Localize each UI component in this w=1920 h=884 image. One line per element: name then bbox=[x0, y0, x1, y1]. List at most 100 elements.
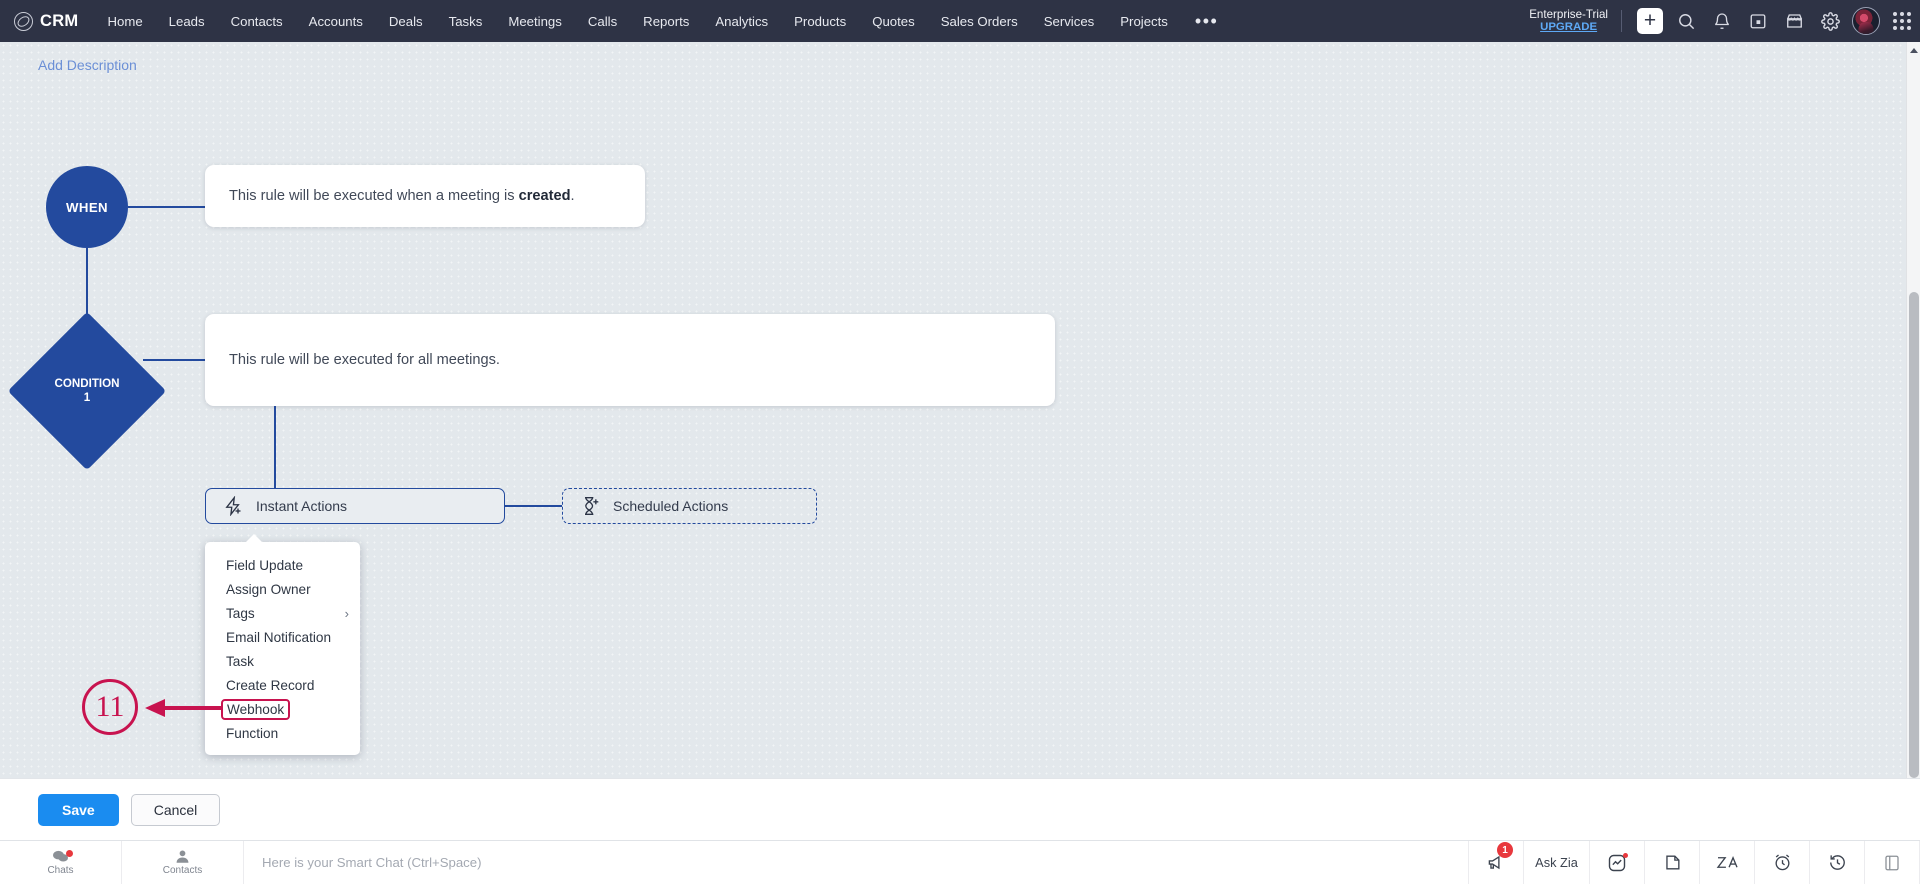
nav-item-projects[interactable]: Projects bbox=[1107, 0, 1181, 42]
menu-item-label: Webhook bbox=[221, 698, 291, 720]
right-panel-button[interactable] bbox=[1865, 841, 1920, 884]
when-rule-bold: created bbox=[518, 188, 571, 204]
cancel-button[interactable]: Cancel bbox=[130, 793, 221, 826]
calendar-icon bbox=[1750, 14, 1766, 29]
menu-item-task[interactable]: Task bbox=[205, 649, 360, 673]
when-rule-text: This rule will be executed when a meetin… bbox=[229, 188, 575, 204]
notifications-button[interactable] bbox=[1704, 0, 1740, 42]
hourglass-plus-icon bbox=[585, 497, 599, 515]
lightning-plus-icon bbox=[225, 496, 241, 516]
nav-item-tasks[interactable]: Tasks bbox=[436, 0, 496, 42]
menu-item-webhook[interactable]: Webhook bbox=[205, 697, 360, 721]
calendar-button[interactable] bbox=[1740, 0, 1776, 42]
nav-more-icon[interactable]: ••• bbox=[1181, 0, 1232, 42]
smart-chat-input[interactable]: Here is your Smart Chat (Ctrl+Space) bbox=[244, 841, 1469, 884]
nav-item-calls[interactable]: Calls bbox=[575, 0, 630, 42]
search-icon bbox=[1678, 13, 1694, 29]
instant-actions-button[interactable]: Instant Actions bbox=[205, 488, 505, 524]
when-node[interactable]: WHEN bbox=[46, 166, 128, 248]
chevron-up-icon bbox=[1910, 47, 1918, 53]
nav-divider bbox=[1621, 10, 1622, 32]
apps-grid-icon bbox=[1893, 12, 1911, 30]
bell-icon bbox=[1714, 12, 1730, 29]
connector-instant-to-scheduled bbox=[505, 505, 562, 507]
menu-item-assign-owner[interactable]: Assign Owner bbox=[205, 577, 360, 601]
bottom-status-bar: Chats Contacts Here is your Smart Chat (… bbox=[0, 840, 1920, 884]
nav-item-contacts[interactable]: Contacts bbox=[218, 0, 296, 42]
recent-activity-button[interactable] bbox=[1810, 841, 1865, 884]
nav-item-reports[interactable]: Reports bbox=[630, 0, 702, 42]
instant-actions-label: Instant Actions bbox=[256, 498, 348, 514]
nav-item-accounts[interactable]: Accounts bbox=[296, 0, 376, 42]
menu-item-tags[interactable]: Tags › bbox=[205, 601, 360, 625]
zia-signature-button[interactable] bbox=[1700, 841, 1755, 884]
top-navigation-bar: CRM Home Leads Contacts Accounts Deals T… bbox=[0, 0, 1920, 42]
user-avatar-button[interactable] bbox=[1848, 0, 1884, 42]
announcements-button[interactable]: 1 bbox=[1469, 841, 1524, 884]
store-icon bbox=[1786, 14, 1802, 28]
marketplace-button[interactable] bbox=[1776, 0, 1812, 42]
menu-item-label: Tags bbox=[226, 605, 255, 621]
zia-signature-icon bbox=[1716, 856, 1738, 868]
chats-button[interactable]: Chats bbox=[0, 841, 122, 884]
zia-insights-button[interactable] bbox=[1590, 841, 1645, 884]
condition-rule-card: This rule will be executed for all meeti… bbox=[205, 314, 1055, 406]
condition-rule-text: This rule will be executed for all meeti… bbox=[229, 352, 500, 368]
connector-condition-to-card bbox=[143, 359, 205, 361]
search-button[interactable] bbox=[1668, 0, 1704, 42]
annotation-arrow-icon bbox=[145, 699, 221, 717]
nav-item-products[interactable]: Products bbox=[781, 0, 859, 42]
zia-insights-dot bbox=[1623, 853, 1628, 858]
menu-item-create-record[interactable]: Create Record bbox=[205, 673, 360, 697]
alarm-clock-icon bbox=[1774, 854, 1790, 871]
menu-item-email-notification[interactable]: Email Notification bbox=[205, 625, 360, 649]
add-new-button[interactable]: + bbox=[1632, 0, 1668, 42]
chats-label: Chats bbox=[47, 865, 74, 876]
brand-label: CRM bbox=[40, 11, 79, 30]
ask-zia-button[interactable]: Ask Zia bbox=[1524, 841, 1590, 884]
connector-when-to-card bbox=[128, 206, 205, 208]
nav-item-services[interactable]: Services bbox=[1031, 0, 1108, 42]
upgrade-link[interactable]: UPGRADE bbox=[1540, 21, 1597, 34]
nav-item-home[interactable]: Home bbox=[94, 0, 155, 42]
scheduled-actions-button[interactable]: Scheduled Actions bbox=[562, 488, 817, 524]
chats-unread-dot bbox=[66, 850, 73, 857]
when-rule-card: This rule will be executed when a meetin… bbox=[205, 165, 645, 227]
status-bar-tools: 1 Ask Zia bbox=[1469, 841, 1920, 884]
save-button[interactable]: Save bbox=[38, 793, 119, 826]
menu-item-label: Function bbox=[226, 725, 279, 741]
trial-label: Enterprise-Trial bbox=[1529, 7, 1608, 21]
trial-status: Enterprise-Trial UPGRADE bbox=[1529, 8, 1608, 34]
scroll-up-button[interactable] bbox=[1907, 42, 1920, 58]
apps-launcher-button[interactable] bbox=[1884, 0, 1920, 42]
notes-button[interactable] bbox=[1645, 841, 1700, 884]
nav-item-deals[interactable]: Deals bbox=[376, 0, 436, 42]
menu-item-function[interactable]: Function bbox=[205, 721, 360, 745]
crm-logo[interactable]: CRM bbox=[14, 11, 79, 31]
annotation-step-badge: 11 bbox=[82, 679, 138, 735]
settings-button[interactable] bbox=[1812, 0, 1848, 42]
nav-item-leads[interactable]: Leads bbox=[156, 0, 218, 42]
add-description-link[interactable]: Add Description bbox=[38, 57, 137, 73]
contacts-label: Contacts bbox=[162, 865, 203, 876]
crm-brand-icon bbox=[14, 11, 33, 31]
instant-actions-dropdown-menu: Field Update Assign Owner Tags › Email N… bbox=[205, 534, 360, 755]
reminders-button[interactable] bbox=[1755, 841, 1810, 884]
avatar bbox=[1852, 7, 1880, 35]
form-action-bar: Save Cancel bbox=[0, 778, 1920, 840]
nav-item-meetings[interactable]: Meetings bbox=[495, 0, 575, 42]
nav-item-quotes[interactable]: Quotes bbox=[859, 0, 928, 42]
sticky-note-icon bbox=[1665, 855, 1680, 870]
nav-item-analytics[interactable]: Analytics bbox=[702, 0, 781, 42]
nav-item-sales-orders[interactable]: Sales Orders bbox=[928, 0, 1031, 42]
condition-node[interactable] bbox=[7, 311, 167, 471]
scrollbar-thumb[interactable] bbox=[1909, 292, 1919, 778]
history-clock-icon bbox=[1829, 855, 1845, 870]
plus-icon: + bbox=[1637, 8, 1663, 34]
menu-item-label: Email Notification bbox=[226, 629, 332, 645]
vertical-scrollbar[interactable] bbox=[1906, 42, 1920, 778]
smart-chat-placeholder: Here is your Smart Chat (Ctrl+Space) bbox=[262, 855, 482, 870]
contacts-button[interactable]: Contacts bbox=[122, 841, 244, 884]
gear-icon bbox=[1820, 11, 1840, 31]
menu-item-field-update[interactable]: Field Update bbox=[205, 553, 360, 577]
